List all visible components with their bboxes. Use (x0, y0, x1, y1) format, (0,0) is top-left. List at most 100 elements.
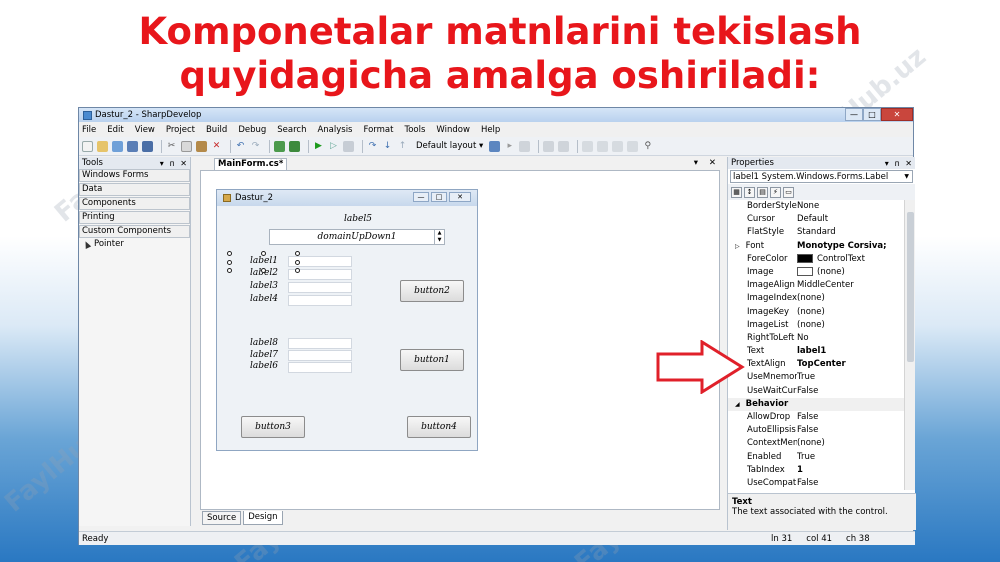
form-button3[interactable]: button3 (241, 416, 305, 438)
comment-icon[interactable] (543, 140, 555, 152)
property-row[interactable]: Image (none) (728, 266, 904, 279)
tab-source[interactable]: Source (202, 511, 242, 525)
tool-category-data[interactable]: Data (79, 183, 190, 196)
form-button2[interactable]: button2 (400, 280, 464, 302)
property-value[interactable]: MiddleCenter (797, 279, 904, 292)
navigate-forward-icon[interactable]: ▸ (504, 141, 515, 152)
expand-icon[interactable]: ▷ (735, 243, 740, 250)
updown-down-icon[interactable]: ▼ (435, 237, 444, 244)
form-label6[interactable]: label6 (250, 361, 278, 371)
window-titlebar[interactable]: Dastur_2 - SharpDevelop — □ ✕ (79, 108, 913, 122)
find-icon[interactable]: ⚲ (642, 141, 653, 152)
property-value[interactable]: TopCenter (797, 358, 904, 371)
selection-handle[interactable] (295, 260, 300, 265)
designer-form[interactable]: Dastur_2 — □ ✕ label5 domainUpDown1 ▲ ▼ (216, 189, 478, 451)
stop-icon[interactable] (343, 140, 354, 152)
tool-category-printing[interactable]: Printing (79, 211, 190, 224)
tool-category-components[interactable]: Components (79, 197, 190, 210)
property-value[interactable]: Default (797, 213, 904, 226)
panel-dropdown-icon[interactable]: ▾ (885, 159, 889, 168)
property-row[interactable]: Enabled True (728, 451, 904, 464)
form-textbox[interactable] (288, 295, 352, 306)
property-row[interactable]: BorderStyle None (728, 200, 904, 213)
property-value[interactable]: (none) (797, 319, 904, 332)
paste-icon[interactable] (196, 140, 207, 152)
open-project-icon[interactable] (112, 140, 123, 152)
property-row[interactable]: ContextMenuSt(none) (728, 437, 904, 450)
tab-mainform[interactable]: MainForm.cs* (214, 158, 288, 170)
form-label3[interactable]: label3 (250, 281, 278, 291)
property-row[interactable]: UseCompatibleFalse (728, 477, 904, 490)
property-value[interactable]: (none) (797, 306, 904, 319)
copy-icon[interactable] (181, 140, 192, 152)
properties-scrollbar[interactable] (904, 200, 915, 490)
undo-icon[interactable]: ↶ (235, 141, 246, 152)
bookmark-toggle-icon[interactable] (582, 140, 594, 152)
menu-window[interactable]: Window (436, 125, 470, 135)
tab-design[interactable]: Design (243, 511, 283, 525)
open-folder-icon[interactable] (97, 140, 108, 152)
step-into-icon[interactable]: ↓ (382, 141, 393, 152)
property-row[interactable]: AllowDrop False (728, 411, 904, 424)
selection-handle[interactable] (227, 251, 232, 256)
property-row[interactable]: AutoEllipsis False (728, 424, 904, 437)
close-button[interactable]: ✕ (881, 108, 913, 121)
scrollbar-thumb[interactable] (907, 212, 914, 362)
panel-close-icon[interactable]: ✕ (180, 159, 187, 168)
panel-pin-icon[interactable]: ᴨ (170, 159, 175, 168)
property-value[interactable]: (none) (797, 266, 904, 279)
property-value[interactable]: (none) (797, 437, 904, 450)
build-icon[interactable] (274, 140, 285, 152)
cut-icon[interactable]: ✂ (166, 141, 177, 152)
step-out-icon[interactable]: ↑ (397, 141, 408, 152)
property-value[interactable]: (none) (797, 292, 904, 305)
property-category-behavior[interactable]: ◢ Behavior (728, 397, 904, 411)
form-textbox[interactable] (288, 350, 352, 361)
form-label8[interactable]: label8 (250, 338, 278, 348)
step-over-icon[interactable]: ↷ (367, 141, 378, 152)
property-value[interactable]: No (797, 332, 904, 345)
property-row[interactable]: ImageIndex (none) (728, 292, 904, 305)
menu-edit[interactable]: Edit (107, 125, 123, 135)
property-row[interactable]: TabIndex 1 (728, 464, 904, 477)
minimize-button[interactable]: — (845, 108, 863, 121)
component-select[interactable]: label1 System.Windows.Forms.Label ▼ (730, 170, 913, 183)
panel-pin-icon[interactable]: ᴨ (895, 159, 900, 168)
bookmark-icon[interactable] (519, 140, 531, 152)
layout-select[interactable]: Default layout ▾ (416, 141, 483, 151)
property-row[interactable]: ImageAlign MiddleCenter (728, 279, 904, 292)
form-label5[interactable]: label5 (344, 214, 372, 224)
property-value[interactable]: Standard (797, 226, 904, 239)
property-value[interactable]: False (797, 385, 904, 398)
updown-arrows[interactable]: ▲ ▼ (434, 230, 444, 244)
property-row[interactable]: UseMnemonicTrue (728, 371, 904, 384)
bookmark-prev-icon[interactable] (597, 140, 609, 152)
form-button4[interactable]: button4 (407, 416, 471, 438)
property-value[interactable]: False (797, 424, 904, 437)
save-all-icon[interactable] (142, 140, 153, 152)
property-value[interactable]: Monotype Corsiva; (797, 240, 904, 253)
property-row[interactable]: Cursor Default (728, 213, 904, 226)
designer-canvas[interactable]: Dastur_2 — □ ✕ label5 domainUpDown1 ▲ ▼ (200, 170, 720, 510)
delete-icon[interactable]: ✕ (211, 141, 222, 152)
panel-close-icon[interactable]: ✕ (905, 159, 912, 168)
property-value[interactable]: False (797, 477, 904, 490)
form-label7[interactable]: label7 (250, 350, 278, 360)
selection-handle[interactable] (295, 251, 300, 256)
selection-handle[interactable] (227, 260, 232, 265)
categorized-icon[interactable]: ▦ (731, 186, 742, 198)
form-textbox[interactable] (288, 282, 352, 293)
run-icon[interactable]: ▶ (313, 141, 324, 152)
doc-close-icon[interactable]: ✕ (709, 158, 716, 168)
property-value[interactable]: ControlText (797, 253, 904, 266)
tool-pointer[interactable]: Pointer (79, 239, 190, 249)
property-value[interactable]: 1 (797, 464, 904, 477)
property-row[interactable]: RightToLeft No (728, 332, 904, 345)
updown-up-icon[interactable]: ▲ (435, 230, 444, 237)
alphabetical-icon[interactable]: ↕ (744, 186, 755, 198)
property-row-textalign[interactable]: TextAlign TopCenter (728, 358, 904, 371)
selection-handle[interactable] (295, 268, 300, 273)
bookmark-clear-icon[interactable] (627, 140, 639, 152)
navigate-back-icon[interactable] (489, 140, 501, 152)
menu-analysis[interactable]: Analysis (317, 125, 352, 135)
